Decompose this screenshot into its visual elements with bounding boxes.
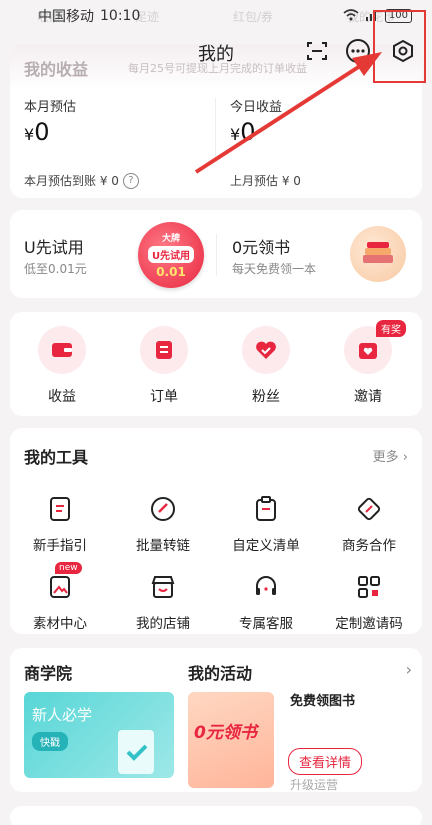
tool-label: 专属客服 [239,616,293,632]
tool-guide[interactable]: 新手指引 [10,494,110,554]
tools-title: 我的工具 [24,448,89,467]
tool-business[interactable]: 商务合作 [319,494,419,554]
guide-icon [45,494,75,524]
reward-tag: 有奖 [376,320,406,337]
trial-badge[interactable]: 大牌 U先试用 0.01 [138,222,204,288]
tool-label: 定制邀请码 [335,616,403,632]
heart-icon [242,326,290,374]
order-icon [140,326,188,374]
promo-card: U先试用 低至0.01元 大牌 U先试用 0.01 0元领书 每天免费领一本 [10,210,422,298]
more-icon[interactable] [345,38,371,64]
carrier-text: 中国移动 [38,9,94,25]
month-estimate-value[interactable]: ¥0 [24,118,49,146]
wifi-icon [343,8,359,24]
tools-more-link[interactable]: 更多 › [373,446,408,465]
tool-batch-link[interactable]: 批量转链 [113,494,213,554]
shop-icon [148,572,178,602]
today-earnings-value[interactable]: ¥0 [230,118,255,146]
school-pill: 快戳 [32,732,68,751]
tools-card: 我的工具 更多 › 新手指引 批量转链 自定义清单 商务合作 new 素材中心 [10,428,422,634]
last-month-label: 上月预估 ¥ 0 [230,174,301,188]
month-settle-row: 本月预估到账 ¥ 0 ? [24,172,139,189]
tool-material-center[interactable]: new 素材中心 [10,562,110,632]
tool-label: 我的店铺 [136,616,190,632]
tool-label: 新手指引 [33,538,87,554]
tool-label: 自定义清单 [232,538,300,554]
handshake-icon [354,494,384,524]
free-book-subtitle: 每天免费领一本 [232,262,317,276]
activity-caption-2: 升级运营 [290,778,339,792]
headset-icon [251,572,281,602]
trial-title[interactable]: U先试用 [24,234,84,258]
quick-label: 邀请 [354,389,382,405]
chevron-right-icon[interactable]: › [406,660,412,679]
image-icon: new [45,562,82,602]
activity-caption: 免费领图书 [290,694,356,709]
header: 我的 [0,30,432,74]
month-estimate-label: 本月预估 [24,100,77,115]
tool-label: 素材中心 [33,616,87,632]
scan-icon[interactable] [304,38,330,64]
help-icon[interactable]: ? [122,172,139,189]
tool-label: 商务合作 [342,538,396,554]
quick-actions-card: 收益 订单 粉丝 有奖 邀请 [10,312,422,416]
quick-item-invite[interactable]: 有奖 邀请 [328,320,408,406]
quick-item-fans[interactable]: 粉丝 [226,326,306,406]
free-book-title[interactable]: 0元领书 [232,234,290,258]
chevron-right-icon: › [402,450,408,465]
clipboard-icon [251,494,281,524]
school-banner[interactable]: 新人必学 快戳 [24,692,174,778]
activity-banner[interactable]: 0元领书 [188,692,274,788]
wallet-icon [38,326,86,374]
highlight-box [373,10,426,83]
new-tag: new [55,562,82,574]
divider [215,98,216,158]
quick-item-earnings[interactable]: 收益 [22,326,102,406]
book-check-icon [118,730,154,774]
quick-label: 粉丝 [252,389,280,405]
tool-custom-list[interactable]: 自定义清单 [216,494,316,554]
view-details-button[interactable]: 查看详情 [288,748,363,775]
activity-card[interactable]: 我的活动 › 0元领书 免费领图书 查看详情 升级运营 [174,648,422,792]
divider [216,234,217,276]
tool-my-shop[interactable]: 我的店铺 [113,572,213,632]
activity-banner-text: 0元领书 [194,723,257,743]
school-banner-text: 新人必学 [32,706,93,724]
activity-title: 我的活动 [188,664,253,683]
tool-label: 批量转链 [136,538,190,554]
quick-label: 订单 [150,389,178,405]
bottom-card-peek [10,806,422,825]
school-title: 商学院 [24,664,73,683]
quick-label: 收益 [48,389,76,405]
tool-customer-service[interactable]: 专属客服 [216,572,316,632]
month-settle-label: 本月预估到账 ¥ 0 [24,174,119,188]
book-icon[interactable] [350,226,406,282]
tool-invite-code[interactable]: 定制邀请码 [319,572,419,632]
qrcode-icon [354,572,384,602]
clock-text: 10:10 [100,8,141,24]
link-icon [148,494,178,524]
today-earnings-label: 今日收益 [230,100,283,115]
quick-item-orders[interactable]: 订单 [124,326,204,406]
trial-subtitle: 低至0.01元 [24,262,87,276]
status-bar: 中国移动 10:10 100 [0,0,432,28]
